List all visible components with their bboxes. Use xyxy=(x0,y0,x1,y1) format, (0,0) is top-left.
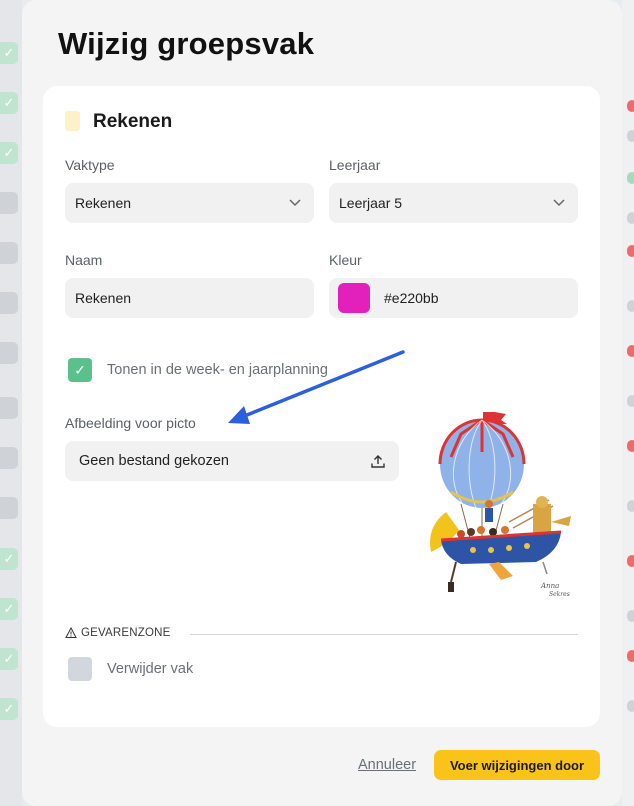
delete-subject-checkbox[interactable] xyxy=(68,657,92,681)
background-check-icon: ✓ xyxy=(0,92,18,114)
leerjaar-label: Leerjaar xyxy=(329,157,381,173)
vaktype-select[interactable]: Rekenen xyxy=(65,183,314,223)
background-row xyxy=(0,447,18,469)
danger-zone-label: GEVARENZONE xyxy=(81,627,171,639)
background-check-icon: ✓ xyxy=(0,598,18,620)
kleur-label: Kleur xyxy=(329,252,362,268)
background-dot xyxy=(627,650,634,662)
background-row xyxy=(0,342,18,364)
svg-text:Sekres: Sekres xyxy=(549,591,570,598)
background-check-icon: ✓ xyxy=(0,142,18,164)
background-check-icon: ✓ xyxy=(0,648,18,670)
background-dot xyxy=(627,395,634,407)
save-changes-button[interactable]: Voer wijzigingen door xyxy=(434,750,600,780)
svg-text:Anna: Anna xyxy=(540,582,559,590)
danger-zone-divider xyxy=(190,634,578,635)
background-dot xyxy=(627,555,634,567)
background-dot xyxy=(627,300,634,312)
chevron-down-icon xyxy=(553,199,565,207)
vaktype-value: Rekenen xyxy=(75,195,132,211)
background-check-icon: ✓ xyxy=(0,698,18,720)
background-dot xyxy=(627,700,634,712)
background-row xyxy=(0,192,18,214)
background-dot xyxy=(627,130,634,142)
delete-subject-label: Verwijder vak xyxy=(107,661,194,677)
picto-file-input[interactable]: Geen bestand gekozen xyxy=(65,441,399,481)
subject-card: Rekenen Vaktype Rekenen Leerjaar Leerjaa… xyxy=(43,86,600,727)
danger-zone-header: GEVARENZONE xyxy=(65,627,171,639)
background-row xyxy=(0,497,18,519)
warning-icon xyxy=(65,627,77,638)
picto-file-text: Geen bestand gekozen xyxy=(79,453,229,469)
cancel-link[interactable]: Annuleer xyxy=(358,757,416,773)
kleur-value: #e220bb xyxy=(384,290,439,306)
subject-heading: Rekenen xyxy=(93,111,173,132)
background-dot xyxy=(627,100,634,112)
background-dot xyxy=(627,245,634,257)
upload-icon xyxy=(371,455,385,468)
background-dot xyxy=(627,172,634,184)
naam-input[interactable]: Rekenen xyxy=(65,278,314,318)
vaktype-label: Vaktype xyxy=(65,157,115,173)
picto-label: Afbeelding voor picto xyxy=(65,415,196,431)
planning-checkbox[interactable]: ✓ xyxy=(68,358,92,382)
background-dot xyxy=(627,500,634,512)
background-row xyxy=(0,397,18,419)
planning-checkbox-label: Tonen in de week- en jaarplanning xyxy=(107,362,328,378)
background-dot xyxy=(627,212,634,224)
background-check-icon: ✓ xyxy=(0,548,18,570)
kleur-input[interactable]: #e220bb xyxy=(329,278,578,318)
background-row xyxy=(0,242,18,264)
leerjaar-select[interactable]: Leerjaar 5 xyxy=(329,183,578,223)
naam-value: Rekenen xyxy=(75,290,132,306)
background-check-icon: ✓ xyxy=(0,42,18,64)
background-dot xyxy=(627,440,634,452)
background-dot xyxy=(627,610,634,622)
picto-preview-image: Anna Sekres xyxy=(430,412,571,598)
modal-title: Wijzig groepsvak xyxy=(58,26,315,61)
edit-subject-modal: Wijzig groepsvak Rekenen Vaktype Rekenen… xyxy=(22,0,622,806)
subject-color-swatch xyxy=(65,111,80,131)
background-row xyxy=(0,292,18,314)
chevron-down-icon xyxy=(289,199,301,207)
background-dot xyxy=(627,345,634,357)
leerjaar-value: Leerjaar 5 xyxy=(339,195,403,211)
naam-label: Naam xyxy=(65,252,103,268)
color-picker-swatch[interactable] xyxy=(338,283,370,313)
